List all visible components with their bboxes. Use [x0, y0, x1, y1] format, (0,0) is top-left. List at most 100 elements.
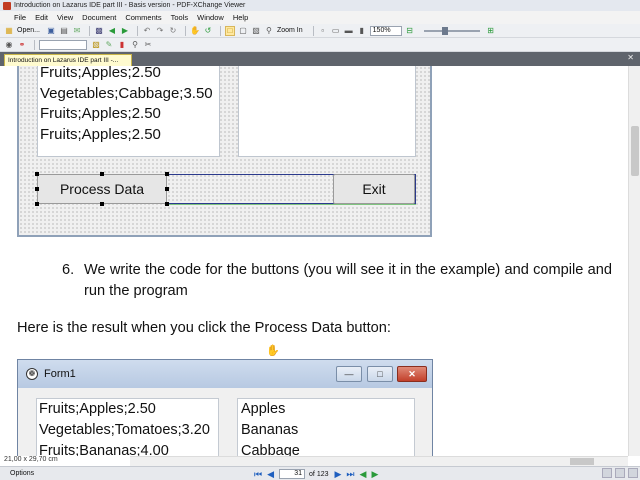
toolbar-divider: [312, 25, 314, 36]
menu-view[interactable]: View: [57, 13, 73, 22]
form1-caption: Form1: [44, 368, 76, 380]
horizontal-scrollbar[interactable]: [130, 456, 628, 466]
memo-line: Vegetables;Cabbage;3.50: [40, 84, 213, 102]
toolbar-divider: [136, 25, 138, 36]
undo-icon[interactable]: ↶: [142, 26, 152, 36]
close-icon[interactable]: ✕: [627, 53, 634, 62]
hand-tool-icon[interactable]: ✋: [190, 26, 200, 36]
design-memo-right: [238, 66, 416, 157]
minimize-icon: —: [336, 366, 362, 382]
link-icon[interactable]: ⚭: [17, 40, 27, 50]
status-bar: Options ⏮ ◀ 31 of 123 ▶ ⏭ ◀ ▶: [0, 466, 640, 480]
last-page-icon[interactable]: ⏭: [346, 468, 354, 480]
toolbar-divider: [184, 25, 186, 36]
attach-icon[interactable]: ⚲: [130, 40, 140, 50]
memo-line: Fruits;Bananas;4.00: [39, 443, 169, 456]
memo-line: Bananas: [241, 422, 299, 438]
maximize-icon: □: [367, 366, 393, 382]
refresh-icon[interactable]: ↺: [203, 26, 213, 36]
actual-size-icon[interactable]: ▫: [318, 26, 328, 36]
vertical-scroll-thumb[interactable]: [631, 126, 639, 176]
fit-width-icon[interactable]: ▬: [344, 26, 354, 36]
alignment-guide: [167, 204, 416, 205]
step-number: 6.: [62, 262, 75, 278]
first-page-icon[interactable]: ⏮: [254, 468, 262, 480]
save-icon[interactable]: ▣: [46, 26, 56, 36]
menu-help[interactable]: Help: [233, 13, 248, 22]
highlight-icon[interactable]: ✎: [104, 40, 114, 50]
select-text-icon[interactable]: □: [224, 25, 235, 36]
rotate-icon[interactable]: ↻: [168, 26, 178, 36]
facing-view-icon[interactable]: [628, 468, 638, 478]
title-bar: Introduction on Lazarus IDE part III - B…: [0, 0, 640, 11]
eye-icon[interactable]: ◉: [4, 40, 14, 50]
zoom-level-field[interactable]: 150%: [369, 25, 402, 36]
back-view-icon[interactable]: ◀: [360, 468, 367, 480]
next-page-icon[interactable]: ▶: [335, 468, 342, 480]
document-page: Fruits;Apples;2.50 Vegetables;Cabbage;3.…: [0, 66, 628, 456]
memo-line: Fruits;Apples;2.50: [40, 105, 161, 122]
tab-document[interactable]: Introduction on Lazarus IDE part III -..…: [4, 54, 132, 66]
selection-handle: [100, 202, 104, 206]
menu-tools[interactable]: Tools: [171, 13, 189, 22]
zoom-slider[interactable]: [423, 26, 480, 35]
form1-window-screenshot: ❁ Form1 — □ ✕ Fruits;Apples;2.50 Vegetab…: [17, 359, 433, 456]
result-memo-right: Apples Bananas Cabbage: [237, 398, 415, 456]
toolbar-divider: [88, 25, 90, 36]
menu-comments[interactable]: Comments: [125, 13, 161, 22]
window-title: Introduction on Lazarus IDE part III - B…: [14, 2, 246, 9]
memo-line: Fruits;Apples;2.50: [39, 401, 156, 417]
selection-handle: [165, 187, 169, 191]
search-icon[interactable]: ⚲: [264, 26, 274, 36]
redo-icon[interactable]: ↷: [155, 26, 165, 36]
typewriter-icon[interactable]: ▧: [251, 26, 261, 36]
zoom-slider-thumb[interactable]: [441, 26, 448, 35]
result-memo-left: Fruits;Apples;2.50 Vegetables;Tomatoes;3…: [36, 398, 219, 456]
fit-page-icon[interactable]: ▭: [331, 26, 341, 36]
menu-document[interactable]: Document: [82, 13, 116, 22]
open-folder-icon[interactable]: ▦: [4, 26, 14, 36]
forward-view-icon[interactable]: ▶: [371, 468, 378, 480]
document-tab-bar: Introduction on Lazarus IDE part III -..…: [0, 52, 640, 66]
page-size-readout: 21,00 x 29,70 cm: [4, 456, 58, 463]
current-page-field[interactable]: 31: [279, 469, 306, 479]
form-design-screenshot: Fruits;Apples;2.50 Vegetables;Cabbage;3.…: [17, 66, 432, 237]
selection-handle: [35, 202, 39, 206]
scan-icon[interactable]: ▩: [94, 26, 104, 36]
print-icon[interactable]: ▤: [59, 26, 69, 36]
email-icon[interactable]: ✉: [72, 26, 82, 36]
open-button[interactable]: Open...: [17, 27, 40, 34]
process-data-button-design: Process Data: [37, 174, 167, 204]
menu-edit[interactable]: Edit: [35, 13, 48, 22]
zoom-in-icon[interactable]: ⊞: [486, 26, 496, 36]
horizontal-scroll-thumb[interactable]: [570, 458, 594, 465]
menu-file[interactable]: File: [14, 13, 26, 22]
fit-visible-icon[interactable]: ▮: [357, 26, 367, 36]
selection-handle: [165, 202, 169, 206]
app-icon: [3, 1, 11, 10]
secondary-toolbar: ◉ ⚭ ▧ ✎ ▮ ⚲ ✂: [0, 38, 640, 52]
snapshot-icon[interactable]: ▢: [238, 26, 248, 36]
form1-titlebar: ❁ Form1 — □ ✕: [18, 360, 432, 388]
exit-button-design: Exit: [333, 174, 415, 204]
zoom-in-button[interactable]: Zoom In: [277, 27, 303, 34]
selection-handle: [165, 172, 169, 176]
find-input[interactable]: [39, 39, 87, 50]
page-count: of 123: [309, 470, 329, 478]
menu-window[interactable]: Window: [197, 13, 224, 22]
options-button[interactable]: Options: [10, 470, 34, 477]
continuous-view-icon[interactable]: [615, 468, 625, 478]
selection-handle: [35, 187, 39, 191]
back-icon[interactable]: ◀: [107, 26, 117, 36]
memo-line: Cabbage: [241, 443, 300, 456]
comment-icon[interactable]: ▧: [91, 40, 101, 50]
step-text: We write the code for the buttons (you w…: [84, 262, 612, 299]
selection-handle: [100, 172, 104, 176]
vertical-scrollbar[interactable]: [628, 66, 640, 456]
measure-icon[interactable]: ✂: [143, 40, 153, 50]
stamp-icon[interactable]: ▮: [117, 40, 127, 50]
forward-icon[interactable]: ▶: [120, 26, 130, 36]
single-page-view-icon[interactable]: [602, 468, 612, 478]
zoom-out-icon[interactable]: ⊟: [405, 26, 415, 36]
previous-page-icon[interactable]: ◀: [267, 468, 274, 480]
